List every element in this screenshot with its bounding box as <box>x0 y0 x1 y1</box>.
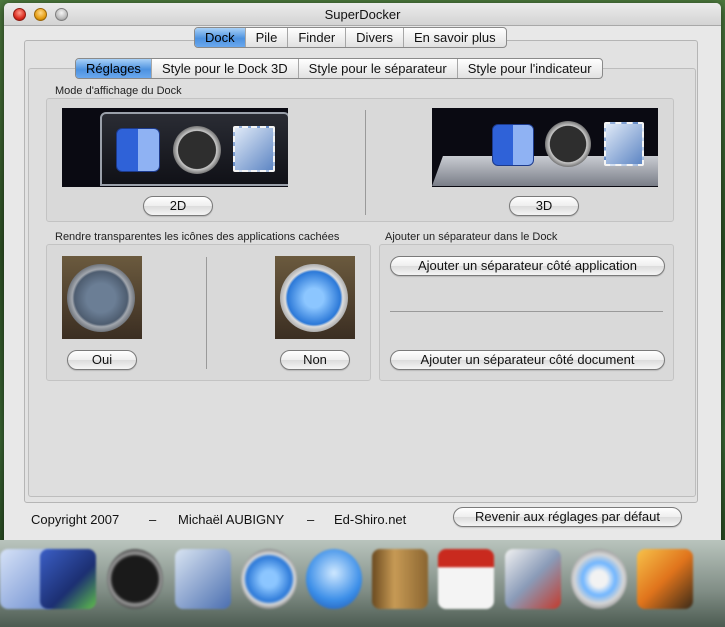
tab-finder[interactable]: Finder <box>288 28 347 47</box>
ichat-bubble-icon[interactable] <box>306 549 362 609</box>
transparent-no-button[interactable]: Non <box>280 350 350 370</box>
tab-dock[interactable]: Dock <box>195 28 246 47</box>
title-bar[interactable]: SuperDocker <box>4 3 721 26</box>
tab-style-indicateur[interactable]: Style pour l'indicateur <box>458 59 602 78</box>
ical-calendar-icon[interactable] <box>438 549 494 609</box>
footer-dash-2: – <box>307 512 315 527</box>
tab-style-dock-3d[interactable]: Style pour le Dock 3D <box>152 59 299 78</box>
system-dock <box>0 540 725 627</box>
mode-3d-button[interactable]: 3D <box>509 196 579 216</box>
reset-defaults-button[interactable]: Revenir aux réglages par défaut <box>453 507 682 527</box>
transparent-yes-button[interactable]: Oui <box>67 350 137 370</box>
main-tab-bar: Dock Pile Finder Divers En savoir plus <box>194 27 507 48</box>
dashboard-clock-icon[interactable] <box>107 549 163 609</box>
mail-stamp-icon <box>233 126 275 172</box>
mode-2d-button[interactable]: 2D <box>143 196 213 216</box>
address-book-icon[interactable] <box>372 549 428 609</box>
display-mode-divider <box>365 110 366 215</box>
safari-dimmed-preview <box>62 256 142 339</box>
dock-2d-preview <box>62 108 288 187</box>
tab-en-savoir-plus[interactable]: En savoir plus <box>404 28 506 47</box>
footer-dash-1: – <box>149 512 157 527</box>
safari-compass-icon <box>280 264 348 332</box>
dock-3d-preview <box>432 108 658 187</box>
tab-style-separateur[interactable]: Style pour le séparateur <box>299 59 458 78</box>
add-doc-separator-button[interactable]: Ajouter un séparateur côté document <box>390 350 665 370</box>
itunes-icon[interactable] <box>571 549 627 609</box>
dashboard-clock-icon <box>545 121 591 167</box>
separator-label: Ajouter un séparateur dans le Dock <box>385 231 558 243</box>
zoom-window-button[interactable] <box>55 8 68 21</box>
sub-tab-bar: Réglages Style pour le Dock 3D Style pou… <box>75 58 603 79</box>
tab-pile[interactable]: Pile <box>246 28 289 47</box>
safari-normal-preview <box>275 256 355 339</box>
add-app-separator-button[interactable]: Ajouter un séparateur côté application <box>390 256 665 276</box>
transparency-divider <box>206 257 207 369</box>
mail-stamp-icon <box>604 122 644 166</box>
dashboard-clock-icon <box>173 126 221 174</box>
website-text: Ed-Shiro.net <box>334 512 407 527</box>
author-name: Michaël AUBIGNY <box>178 512 285 527</box>
system-preferences-icon[interactable] <box>40 549 96 609</box>
finder-icon <box>116 128 160 172</box>
display-mode-label: Mode d'affichage du Dock <box>55 85 182 97</box>
safari-compass-icon <box>67 264 135 332</box>
window-title: SuperDocker <box>324 7 401 22</box>
safari-compass-icon[interactable] <box>241 549 297 609</box>
mail-stamp-icon[interactable] <box>175 549 231 609</box>
iphoto-icon[interactable] <box>505 549 561 609</box>
transparency-label: Rendre transparentes les icônes des appl… <box>55 231 340 243</box>
tab-divers[interactable]: Divers <box>346 28 405 47</box>
copyright-text: Copyright 2007 <box>31 512 120 527</box>
main-window: SuperDocker Dock Pile Finder Divers En s… <box>4 3 721 623</box>
tab-reglages[interactable]: Réglages <box>76 59 152 78</box>
garageband-icon[interactable] <box>637 549 693 609</box>
close-window-button[interactable] <box>13 8 26 21</box>
finder-icon <box>492 124 534 166</box>
minimize-window-button[interactable] <box>34 8 47 21</box>
separator-preview-line <box>390 311 663 312</box>
